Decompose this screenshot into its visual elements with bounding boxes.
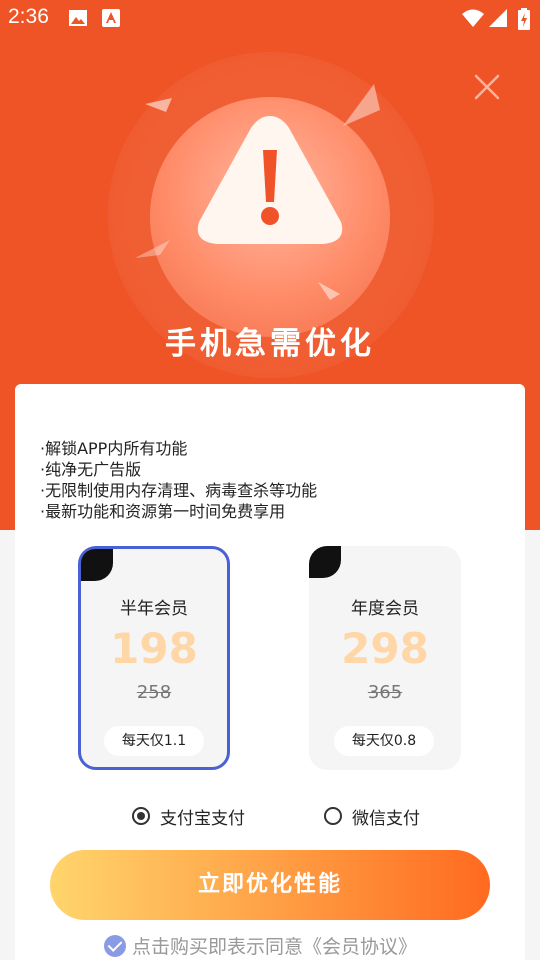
wechat-label: 微信支付 bbox=[352, 808, 420, 829]
plan-name: 半年会员 bbox=[120, 599, 188, 619]
agreement-text[interactable]: 点击购买即表示同意《会员协议》 bbox=[132, 932, 417, 959]
alipay-radio[interactable] bbox=[132, 807, 150, 825]
feature-item: ·最新功能和资源第一时间免费享用 bbox=[40, 502, 286, 521]
plan-corner-badge bbox=[81, 549, 113, 581]
feature-item: ·解锁APP内所有功能 bbox=[40, 439, 188, 458]
plan-price: 298 bbox=[341, 624, 429, 673]
plan-daily-price: 每天仅0.8 bbox=[334, 726, 434, 756]
feature-list: ·解锁APP内所有功能 ·纯净无广告版 ·无限制使用内存清理、病毒查杀等功能 ·… bbox=[40, 438, 317, 522]
plan-name: 年度会员 bbox=[351, 599, 419, 619]
plan-card-annual[interactable]: 年度会员 298 365 每天仅0.8 bbox=[309, 546, 461, 770]
agreement-row: 点击购买即表示同意《会员协议》 bbox=[104, 932, 417, 959]
plan-corner-badge bbox=[309, 546, 341, 578]
close-icon[interactable] bbox=[470, 70, 504, 104]
plan-original-price: 365 bbox=[367, 682, 403, 703]
agreement-check-icon[interactable] bbox=[104, 934, 126, 957]
plan-daily-price: 每天仅1.1 bbox=[104, 726, 204, 756]
optimize-button[interactable]: 立即优化性能 bbox=[50, 850, 490, 920]
plan-card-half-year[interactable]: 半年会员 198 258 每天仅1.1 bbox=[78, 546, 230, 770]
alipay-label: 支付宝支付 bbox=[160, 808, 245, 829]
payment-option-wechat[interactable]: 微信支付 bbox=[324, 803, 420, 829]
wechat-radio[interactable] bbox=[324, 807, 342, 825]
payment-option-alipay[interactable]: 支付宝支付 bbox=[132, 803, 245, 829]
plan-original-price: 258 bbox=[136, 682, 172, 703]
plan-price: 198 bbox=[110, 624, 198, 673]
warning-icon bbox=[197, 116, 343, 244]
feature-item: ·纯净无广告版 bbox=[40, 460, 142, 479]
page-title: 手机急需优化 bbox=[165, 326, 375, 362]
feature-item: ·无限制使用内存清理、病毒查杀等功能 bbox=[40, 481, 318, 500]
